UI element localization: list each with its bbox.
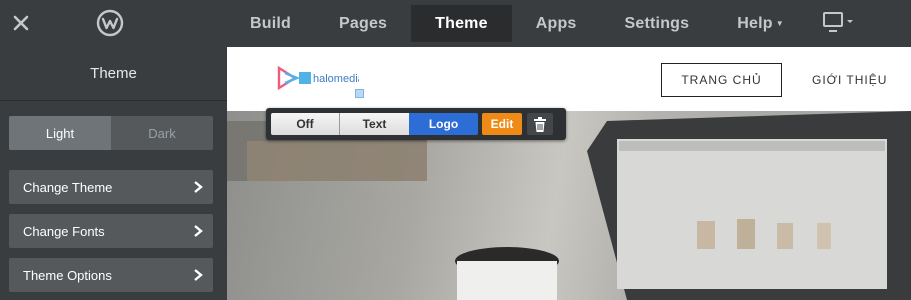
site-header: halomedia TRANG CHỦ GIỚI THIỆU <box>227 47 911 111</box>
nav-apps[interactable]: Apps <box>512 0 601 47</box>
mode-light-button[interactable]: Light <box>9 116 111 150</box>
change-fonts-label: Change Fonts <box>23 223 105 239</box>
nav-settings-label: Settings <box>624 14 690 32</box>
theme-options-label: Theme Options <box>23 267 112 283</box>
nav-theme-label: Theme <box>435 14 488 32</box>
close-icon[interactable] <box>8 10 34 36</box>
chevron-right-icon <box>194 269 203 281</box>
logo-off-button[interactable]: Off <box>271 113 340 135</box>
site-nav-about[interactable]: GIỚI THIỆU <box>812 63 887 97</box>
site-nav-home[interactable]: TRANG CHỦ <box>661 63 782 97</box>
main-nav: Build Pages Theme Apps Settings Help ▼ <box>226 0 808 47</box>
mode-dark-button[interactable]: Dark <box>111 116 213 150</box>
nav-help-label: Help <box>737 14 773 32</box>
site-logo[interactable]: halomedia <box>277 64 365 98</box>
resize-handle[interactable] <box>355 89 364 98</box>
caret-down-icon: ▼ <box>775 19 784 28</box>
mode-toggle: Light Dark <box>9 116 213 150</box>
desktop-device-icon[interactable] <box>822 11 862 35</box>
theme-sidebar: Theme Light Dark Change Theme Change Fon… <box>0 47 227 300</box>
nav-pages-label: Pages <box>339 14 388 32</box>
chevron-right-icon <box>194 225 203 237</box>
nav-build[interactable]: Build <box>226 0 315 47</box>
logo-text: halomedia <box>313 73 359 85</box>
theme-options-button[interactable]: Theme Options <box>9 258 213 292</box>
nav-help[interactable]: Help ▼ <box>713 0 808 47</box>
nav-theme[interactable]: Theme <box>411 5 512 42</box>
nav-build-label: Build <box>250 14 291 32</box>
nav-apps-label: Apps <box>535 14 577 32</box>
logo-image-button[interactable]: Logo <box>409 113 478 135</box>
change-theme-label: Change Theme <box>23 179 113 195</box>
sidebar-title: Theme <box>0 47 227 101</box>
logo-text-button[interactable]: Text <box>340 113 409 135</box>
halomedia-logo-icon: halomedia <box>277 65 365 91</box>
change-fonts-button[interactable]: Change Fonts <box>9 214 213 248</box>
site-preview: halomedia TRANG CHỦ GIỚI THIỆU <box>227 47 911 300</box>
top-bar: Build Pages Theme Apps Settings Help ▼ <box>0 0 911 47</box>
trash-icon[interactable] <box>527 113 553 135</box>
chevron-right-icon <box>194 181 203 193</box>
nav-pages[interactable]: Pages <box>315 0 411 47</box>
edit-logo-button[interactable]: Edit <box>482 113 522 135</box>
weebly-logo-icon[interactable] <box>96 9 124 37</box>
nav-settings[interactable]: Settings <box>601 0 714 47</box>
change-theme-button[interactable]: Change Theme <box>9 170 213 204</box>
logo-toolbar: Off Text Logo Edit <box>266 108 566 140</box>
